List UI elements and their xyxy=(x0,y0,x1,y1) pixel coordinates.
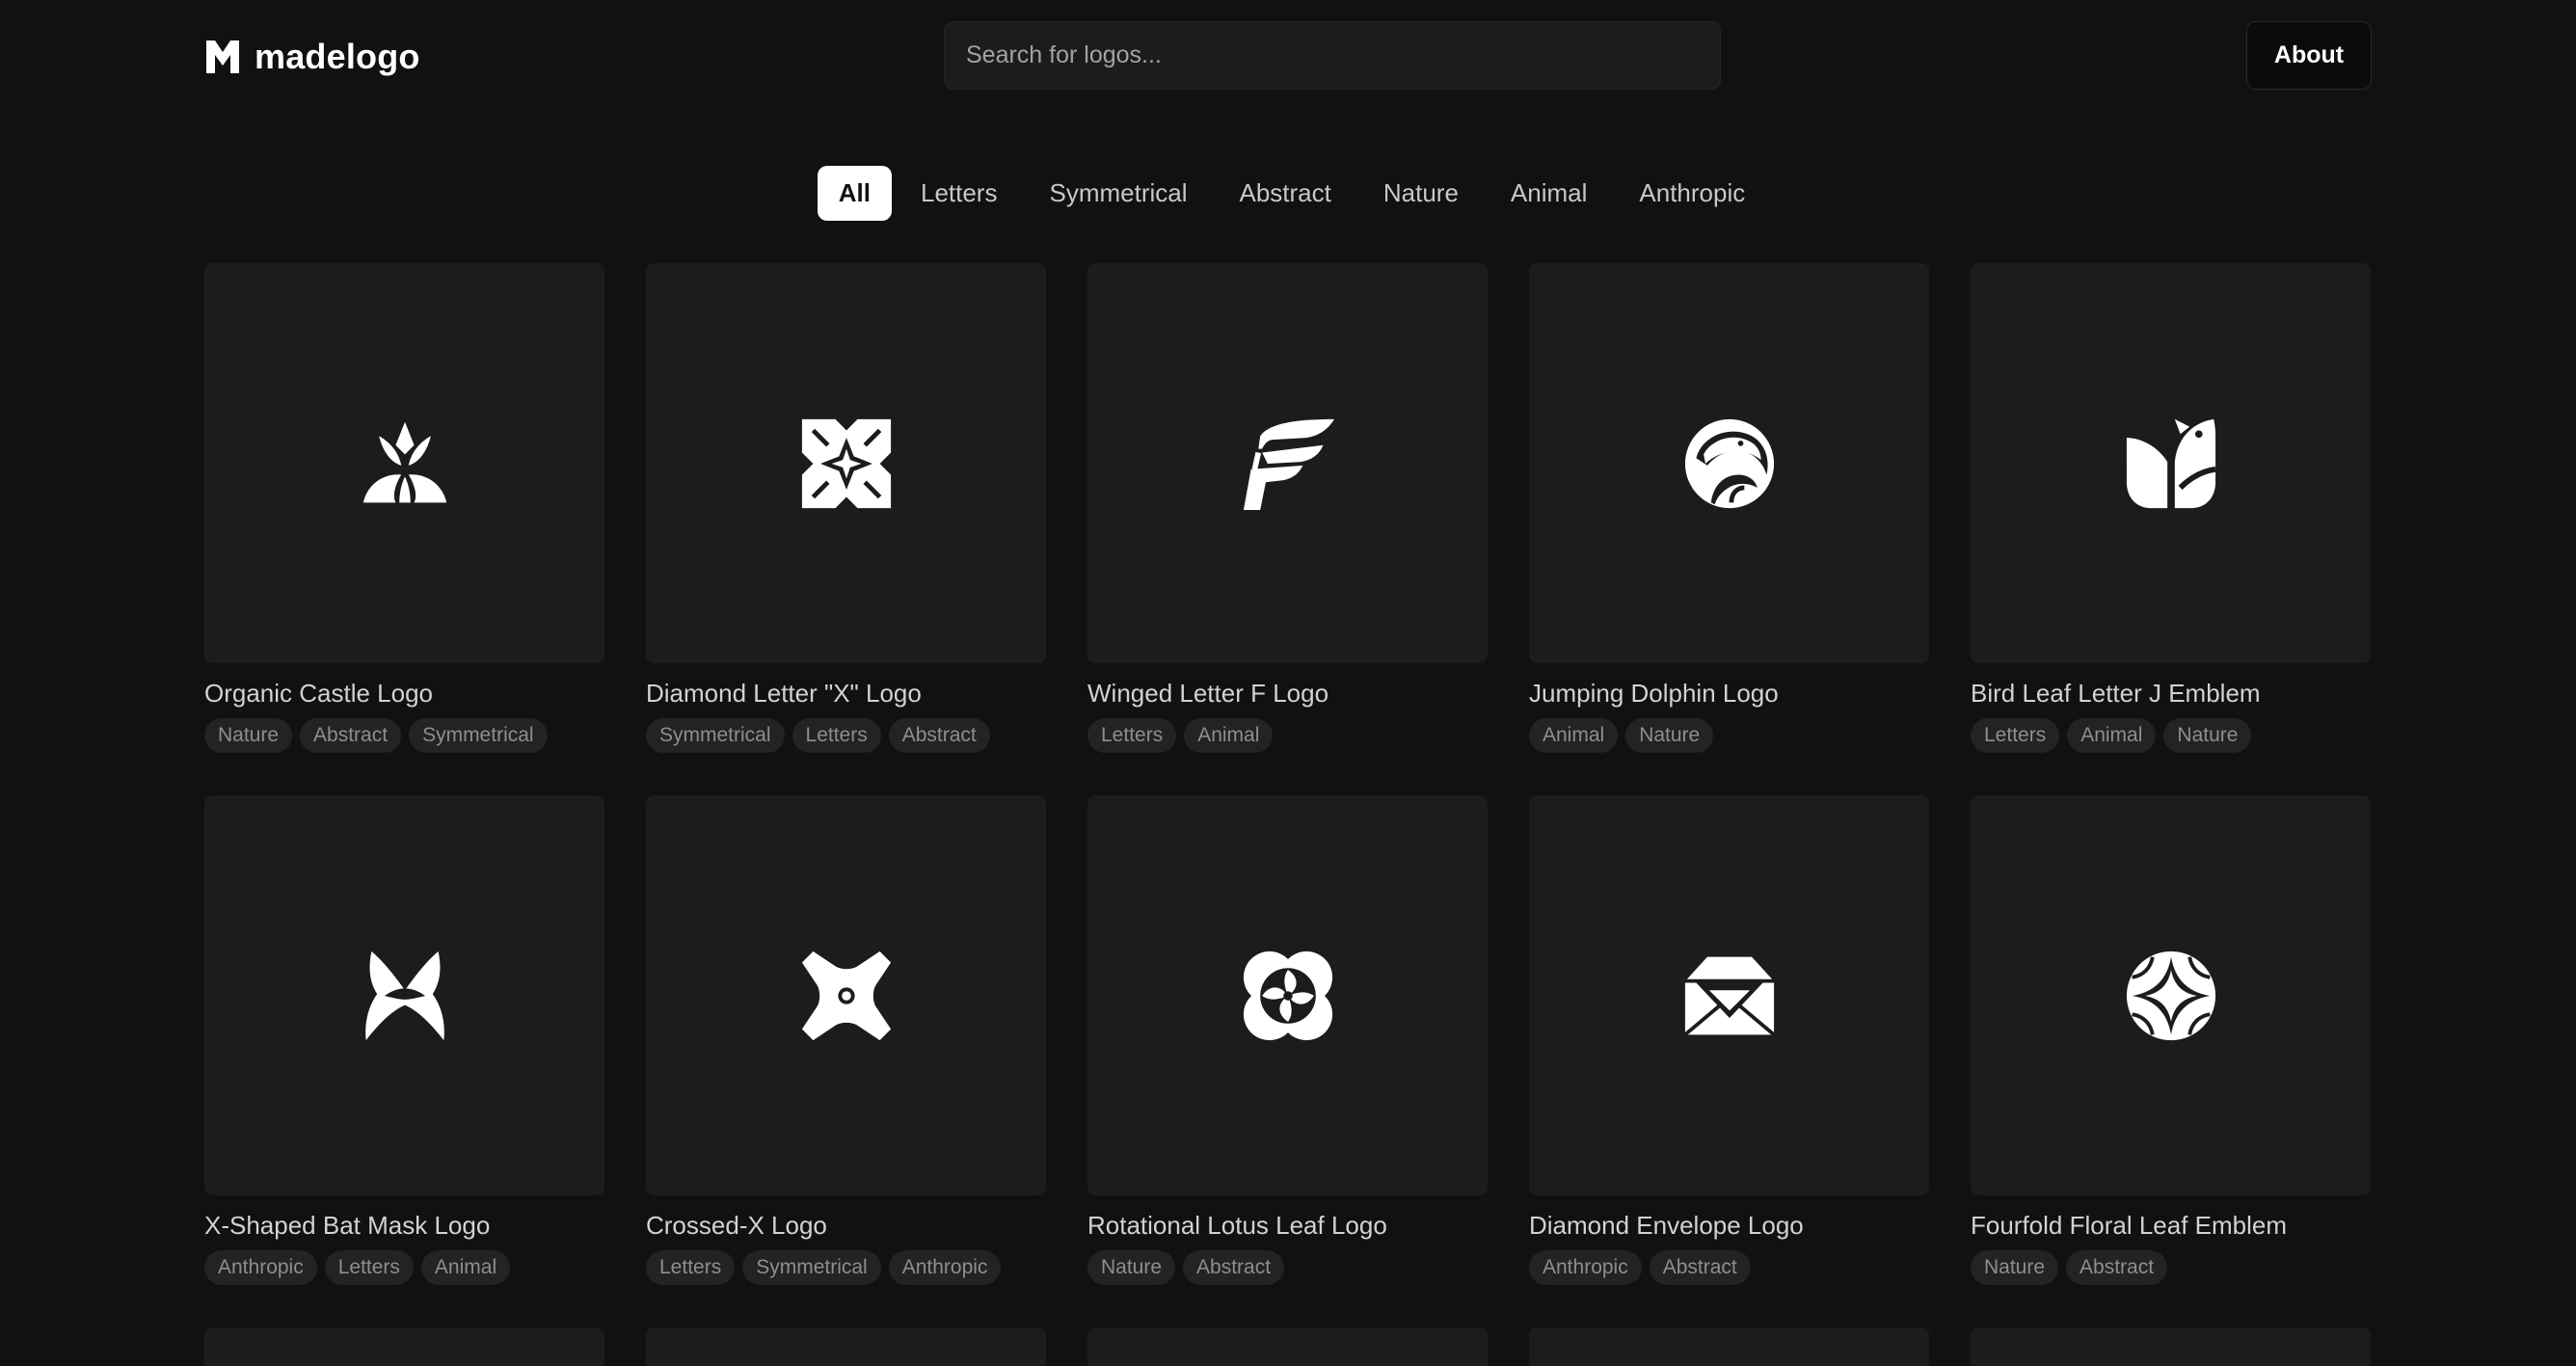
tag-badge[interactable]: Nature xyxy=(1625,718,1714,753)
diamond-envelope-icon xyxy=(1683,956,1775,1036)
logo-tags: Nature Abstract xyxy=(1971,1250,2371,1285)
logo-card[interactable]: X-Shaped Bat Mask Logo Anthropic Letters… xyxy=(204,795,604,1327)
logo-tags: Symmetrical Letters Abstract xyxy=(646,718,1046,753)
brand-link[interactable]: madelogo xyxy=(204,37,420,77)
logo-thumbnail[interactable] xyxy=(1971,1327,2371,1366)
logo-grid: Organic Castle Logo Nature Abstract Symm… xyxy=(204,263,2372,1327)
logo-tags: Letters Symmetrical Anthropic xyxy=(646,1250,1046,1285)
brand-name: madelogo xyxy=(255,37,420,76)
brand-logo-icon xyxy=(206,40,239,73)
floral-leaf-icon xyxy=(2126,951,2215,1040)
logo-thumbnail[interactable] xyxy=(204,263,604,663)
diamond-x-icon xyxy=(801,418,891,508)
tag-badge[interactable]: Abstract xyxy=(1649,1250,1751,1285)
filter-tabs: All Letters Symmetrical Abstract Nature … xyxy=(0,166,2576,221)
logo-card[interactable]: Bird Leaf Letter J Emblem Letters Animal… xyxy=(1971,263,2371,795)
filter-tab-animal[interactable]: Animal xyxy=(1488,166,1610,221)
filter-tab-letters[interactable]: Letters xyxy=(898,166,1021,221)
logo-thumbnail[interactable] xyxy=(1087,795,1488,1195)
logo-title: Diamond Envelope Logo xyxy=(1529,1211,1804,1240)
tag-badge[interactable]: Anthropic xyxy=(1529,1250,1642,1285)
tag-badge[interactable]: Nature xyxy=(1087,1250,1176,1285)
lotus-leaf-icon xyxy=(1243,951,1332,1040)
logo-thumbnail[interactable] xyxy=(646,263,1046,663)
logo-thumbnail[interactable] xyxy=(204,795,604,1195)
filter-tab-symmetrical[interactable]: Symmetrical xyxy=(1026,166,1210,221)
logo-thumbnail[interactable] xyxy=(1971,795,2371,1195)
logo-card[interactable]: Winged Letter F Logo Letters Animal xyxy=(1087,263,1488,795)
logo-title: X-Shaped Bat Mask Logo xyxy=(204,1211,491,1240)
logo-thumbnail[interactable] xyxy=(1971,263,2371,663)
logo-thumbnail[interactable] xyxy=(646,1327,1046,1366)
filter-tab-anthropic[interactable]: Anthropic xyxy=(1616,166,1768,221)
winged-f-icon xyxy=(1243,418,1334,510)
tag-badge[interactable]: Animal xyxy=(1184,718,1274,753)
filter-tab-all[interactable]: All xyxy=(817,166,892,221)
tag-badge[interactable]: Symmetrical xyxy=(646,718,785,753)
logo-thumbnail[interactable] xyxy=(1529,1327,1929,1366)
logo-tags: Letters Animal Nature xyxy=(1971,718,2371,753)
dolphin-icon xyxy=(1684,418,1774,508)
tag-badge[interactable]: Animal xyxy=(2067,718,2157,753)
logo-thumbnail[interactable] xyxy=(1087,1327,1488,1366)
logo-card[interactable]: Organic Castle Logo Nature Abstract Symm… xyxy=(204,263,604,795)
logo-title: Fourfold Floral Leaf Emblem xyxy=(1971,1211,2288,1240)
logo-card[interactable]: Fourfold Floral Leaf Emblem Nature Abstr… xyxy=(1971,795,2371,1327)
tag-badge[interactable]: Nature xyxy=(2163,718,2252,753)
tag-badge[interactable]: Animal xyxy=(1529,718,1619,753)
logo-thumbnail[interactable] xyxy=(1529,795,1929,1195)
tag-badge[interactable]: Letters xyxy=(646,1250,736,1285)
tag-badge[interactable]: Letters xyxy=(1087,718,1177,753)
logo-title: Diamond Letter "X" Logo xyxy=(646,679,922,708)
tag-badge[interactable]: Anthropic xyxy=(888,1250,1002,1285)
crossed-x-icon xyxy=(801,951,891,1040)
logo-card[interactable]: Jumping Dolphin Logo Animal Nature xyxy=(1529,263,1929,795)
top-bar: madelogo About xyxy=(0,0,2576,112)
filter-tab-nature[interactable]: Nature xyxy=(1360,166,1482,221)
organic-castle-icon xyxy=(362,421,446,502)
logo-card[interactable]: Crossed-X Logo Letters Symmetrical Anthr… xyxy=(646,795,1046,1327)
tag-badge[interactable]: Anthropic xyxy=(204,1250,317,1285)
logo-title: Crossed-X Logo xyxy=(646,1211,827,1240)
logo-title: Bird Leaf Letter J Emblem xyxy=(1971,679,2261,708)
filter-tab-abstract[interactable]: Abstract xyxy=(1217,166,1355,221)
logo-thumbnail[interactable] xyxy=(1529,263,1929,663)
logo-tags: Animal Nature xyxy=(1529,718,1929,753)
logo-title: Winged Letter F Logo xyxy=(1087,679,1329,708)
tag-badge[interactable]: Nature xyxy=(1971,1250,2059,1285)
tag-badge[interactable]: Symmetrical xyxy=(742,1250,881,1285)
tag-badge[interactable]: Abstract xyxy=(888,718,990,753)
logo-title: Jumping Dolphin Logo xyxy=(1529,679,1779,708)
tag-badge[interactable]: Nature xyxy=(204,718,293,753)
bird-leaf-icon xyxy=(2126,418,2216,508)
logo-tags: Nature Abstract Symmetrical xyxy=(204,718,604,753)
logo-thumbnail[interactable] xyxy=(1087,263,1488,663)
search-input[interactable] xyxy=(945,22,1720,89)
about-button[interactable]: About xyxy=(2246,21,2372,90)
tag-badge[interactable]: Abstract xyxy=(1183,1250,1285,1285)
logo-grid-next-row xyxy=(204,1327,2372,1366)
bat-mask-icon xyxy=(364,951,444,1040)
logo-tags: Anthropic Letters Animal xyxy=(204,1250,604,1285)
logo-title: Organic Castle Logo xyxy=(204,679,434,708)
logo-tags: Anthropic Abstract xyxy=(1529,1250,1929,1285)
logo-thumbnail[interactable] xyxy=(204,1327,604,1366)
logo-title: Rotational Lotus Leaf Logo xyxy=(1087,1211,1387,1240)
search-box[interactable] xyxy=(944,21,1721,90)
tag-badge[interactable]: Letters xyxy=(792,718,881,753)
tag-badge[interactable]: Abstract xyxy=(300,718,402,753)
tag-badge[interactable]: Animal xyxy=(420,1250,511,1285)
tag-badge[interactable]: Symmetrical xyxy=(409,718,548,753)
tag-badge[interactable]: Letters xyxy=(1971,718,2060,753)
logo-tags: Letters Animal xyxy=(1087,718,1488,753)
logo-tags: Nature Abstract xyxy=(1087,1250,1488,1285)
tag-badge[interactable]: Abstract xyxy=(2066,1250,2168,1285)
logo-thumbnail[interactable] xyxy=(646,795,1046,1195)
logo-card[interactable]: Rotational Lotus Leaf Logo Nature Abstra… xyxy=(1087,795,1488,1327)
logo-card[interactable]: Diamond Letter "X" Logo Symmetrical Lett… xyxy=(646,263,1046,795)
logo-card[interactable]: Diamond Envelope Logo Anthropic Abstract xyxy=(1529,795,1929,1327)
tag-badge[interactable]: Letters xyxy=(324,1250,414,1285)
